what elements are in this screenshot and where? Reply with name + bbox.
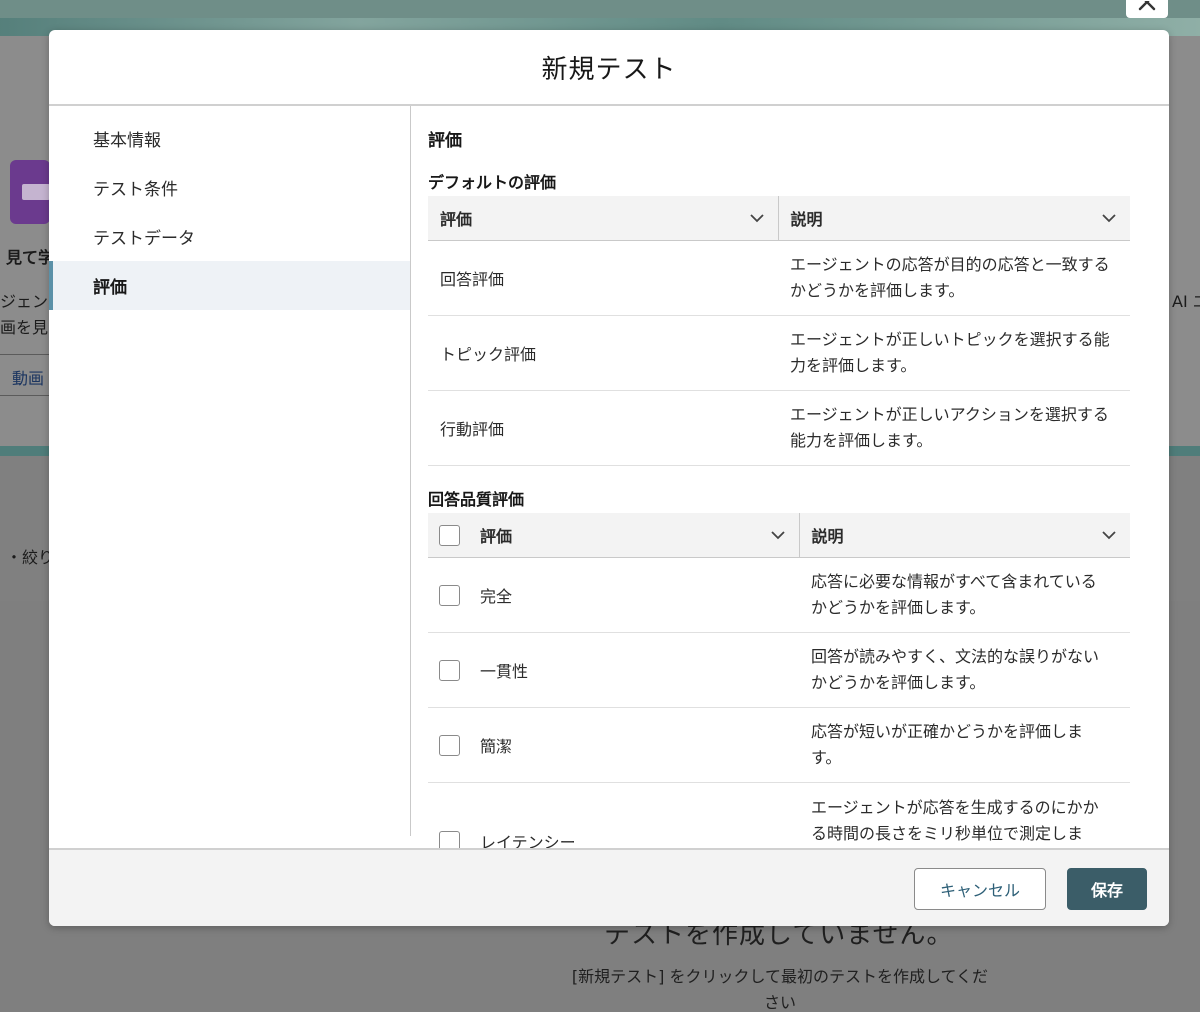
eval-description: エージェントが正しいトピックを選択する能力を評価します。 [778,315,1130,391]
row-checkbox[interactable] [439,734,460,756]
section-title: 評価 [428,131,462,151]
background-text: ・絞り [6,548,55,567]
table-row: 行動評価 エージェントが正しいアクションを選択する能力を評価します。 [428,390,1130,466]
background-heading: 見て学 [6,248,55,267]
column-header-label: 評価 [440,210,473,229]
background-text: AI エ [1172,292,1200,311]
new-test-modal: 新規テスト 基本情報 テスト条件 テストデータ 評価 評価 デフォルトの評価 評… [49,30,1169,926]
quality-eval-title: 回答品質評価 [428,490,525,509]
column-header-label: 評価 [480,527,513,546]
chevron-down-icon[interactable] [1100,209,1118,227]
table-row: 回答評価 エージェントの応答が目的の応答と一致するかどうかを評価します。 [428,240,1130,316]
quality-eval-table: 評価 説明 完全 応答に必要な情報がすべて含まれているかどうかを評価します。 一… [428,513,1130,850]
chevron-down-icon[interactable] [748,209,766,227]
column-header-evaluation[interactable]: 評価 [428,513,799,558]
nav-item-evaluation[interactable]: 評価 [49,261,410,310]
modal-title: 新規テスト [541,54,677,85]
chevron-down-icon[interactable] [1100,526,1118,544]
eval-name: レイテンシー [480,833,576,850]
eval-description: エージェントが正しいアクションを選択する能力を評価します。 [778,390,1130,466]
modal-body: 基本情報 テスト条件 テストデータ 評価 評価 デフォルトの評価 評価 説明 回… [49,106,1169,850]
table-row: 簡潔 応答が短いが正確かどうかを評価します。 [428,707,1130,783]
table-row: トピック評価 エージェントが正しいトピックを選択する能力を評価します。 [428,315,1130,391]
cancel-button[interactable]: キャンセル [914,868,1046,910]
column-header-evaluation[interactable]: 評価 [428,196,778,241]
close-icon [1138,1,1156,11]
eval-description: エージェントの応答が目的の応答と一致するかどうかを評価します。 [778,240,1130,316]
select-all-checkbox[interactable] [439,524,460,546]
eval-name: 完全 [480,587,513,606]
modal-header: 新規テスト [49,30,1169,106]
table-row: 一貫性 回答が読みやすく、文法的な誤りがないかどうかを評価します。 [428,632,1130,708]
save-button[interactable]: 保存 [1067,868,1147,910]
nav-item-test-data[interactable]: テストデータ [49,212,410,261]
eval-name: トピック評価 [428,315,778,391]
modal-footer: キャンセル 保存 [49,848,1169,926]
empty-state-message: [新規テスト] をクリックして最初のテストを作成してください [571,967,989,1012]
eval-description: 回答が読みやすく、文法的な誤りがないかどうかを評価します。 [799,632,1130,708]
column-header-description[interactable]: 説明 [798,513,1130,558]
default-eval-title: デフォルトの評価 [428,173,557,192]
nav-item-test-conditions[interactable]: テスト条件 [49,163,410,212]
eval-description: 応答に必要な情報がすべて含まれているかどうかを評価します。 [799,557,1130,633]
modal-close-button[interactable] [1126,0,1168,18]
row-checkbox[interactable] [439,659,460,681]
default-eval-table: 評価 説明 回答評価 エージェントの応答が目的の応答と一致するかどうかを評価しま… [428,196,1130,466]
video-thumbnail-icon [10,160,50,224]
eval-name: 行動評価 [428,390,778,466]
wizard-nav: 基本情報 テスト条件 テストデータ 評価 [49,106,411,836]
column-header-label: 説明 [790,210,823,229]
eval-name: 回答評価 [428,240,778,316]
column-header-description[interactable]: 説明 [777,196,1130,241]
eval-name: 一貫性 [480,662,529,681]
eval-description: 応答が短いが正確かどうかを評価します。 [799,707,1130,783]
chevron-down-icon[interactable] [769,526,787,544]
table-row: レイテンシー エージェントが応答を生成するのにかかる時間の長さをミリ秒単位で測定… [428,782,1130,850]
evaluation-content: 評価 デフォルトの評価 評価 説明 回答評価 エージェントの応答が目的の応答と一… [411,106,1169,850]
row-checkbox[interactable] [439,584,460,606]
column-header-label: 説明 [811,527,844,546]
watch-video-link: 動画 [0,354,50,396]
nav-item-basic-info[interactable]: 基本情報 [49,114,410,163]
table-row: 完全 応答に必要な情報がすべて含まれているかどうかを評価します。 [428,557,1130,633]
eval-description: エージェントが応答を生成するのにかかる時間の長さをミリ秒単位で測定します。 [799,782,1130,850]
eval-name: 簡潔 [480,737,513,756]
